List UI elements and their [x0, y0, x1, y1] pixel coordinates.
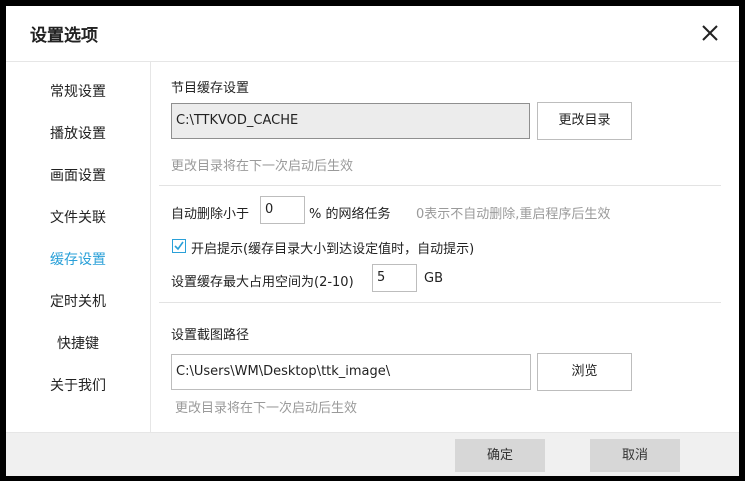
ok-button[interactable]: 确定 — [455, 439, 545, 472]
cache-settings-panel: 节目缓存设置 C:\TTKVOD_CACHE 更改目录 更改目录将在下一次启动后… — [151, 62, 739, 432]
sidebar-item-playback[interactable]: 播放设置 — [6, 123, 150, 143]
prompt-checkbox[interactable] — [172, 239, 186, 253]
sidebar-item-cache[interactable]: 缓存设置 — [6, 249, 150, 269]
cancel-button[interactable]: 取消 — [590, 439, 680, 472]
dialog-title: 设置选项 — [30, 26, 98, 46]
auto-delete-suffix: % 的网络任务 — [309, 207, 391, 222]
change-directory-button[interactable]: 更改目录 — [537, 102, 632, 140]
prompt-label[interactable]: 开启提示(缓存目录大小到达设定值时，自动提示) — [191, 238, 474, 257]
screenshot-section-title: 设置截图路径 — [171, 328, 250, 343]
screenshot-change-hint: 更改目录将在下一次启动后生效 — [175, 401, 358, 416]
screenshot-path-field[interactable]: C:\Users\WM\Desktop\ttk_image\ — [171, 354, 531, 390]
max-space-unit: GB — [424, 271, 443, 286]
checkmark-icon — [174, 241, 184, 251]
sidebar-item-about[interactable]: 关于我们 — [6, 375, 150, 395]
cache-change-hint: 更改目录将在下一次启动后生效 — [171, 159, 354, 174]
sidebar-item-timed-shutdown[interactable]: 定时关机 — [6, 291, 150, 311]
sidebar-item-file-association[interactable]: 文件关联 — [6, 207, 150, 227]
max-space-label: 设置缓存最大占用空间为(2-10) — [171, 275, 354, 290]
footer-bar: 确定 取消 — [6, 432, 739, 476]
auto-delete-hint: 0表示不自动删除,重启程序后生效 — [416, 207, 611, 222]
auto-delete-label: 自动删除小于 — [171, 207, 250, 222]
close-button[interactable] — [697, 20, 723, 46]
browse-button[interactable]: 浏览 — [537, 353, 632, 391]
divider — [159, 302, 721, 303]
sidebar-item-general[interactable]: 常规设置 — [6, 81, 150, 101]
sidebar-item-display[interactable]: 画面设置 — [6, 165, 150, 185]
cache-directory-field[interactable]: C:\TTKVOD_CACHE — [171, 103, 530, 139]
close-icon — [702, 25, 718, 41]
auto-delete-percent-input[interactable]: 0 — [260, 196, 305, 224]
sidebar-item-shortcuts[interactable]: 快捷键 — [6, 333, 150, 353]
max-space-input[interactable]: 5 — [372, 264, 417, 292]
settings-dialog: 设置选项 常规设置 播放设置 画面设置 文件关联 缓存设置 定时关机 快捷键 关… — [6, 6, 739, 476]
divider — [159, 185, 721, 186]
cache-section-title: 节目缓存设置 — [171, 81, 250, 96]
title-bar: 设置选项 — [6, 6, 739, 62]
sidebar: 常规设置 播放设置 画面设置 文件关联 缓存设置 定时关机 快捷键 关于我们 — [6, 62, 151, 432]
